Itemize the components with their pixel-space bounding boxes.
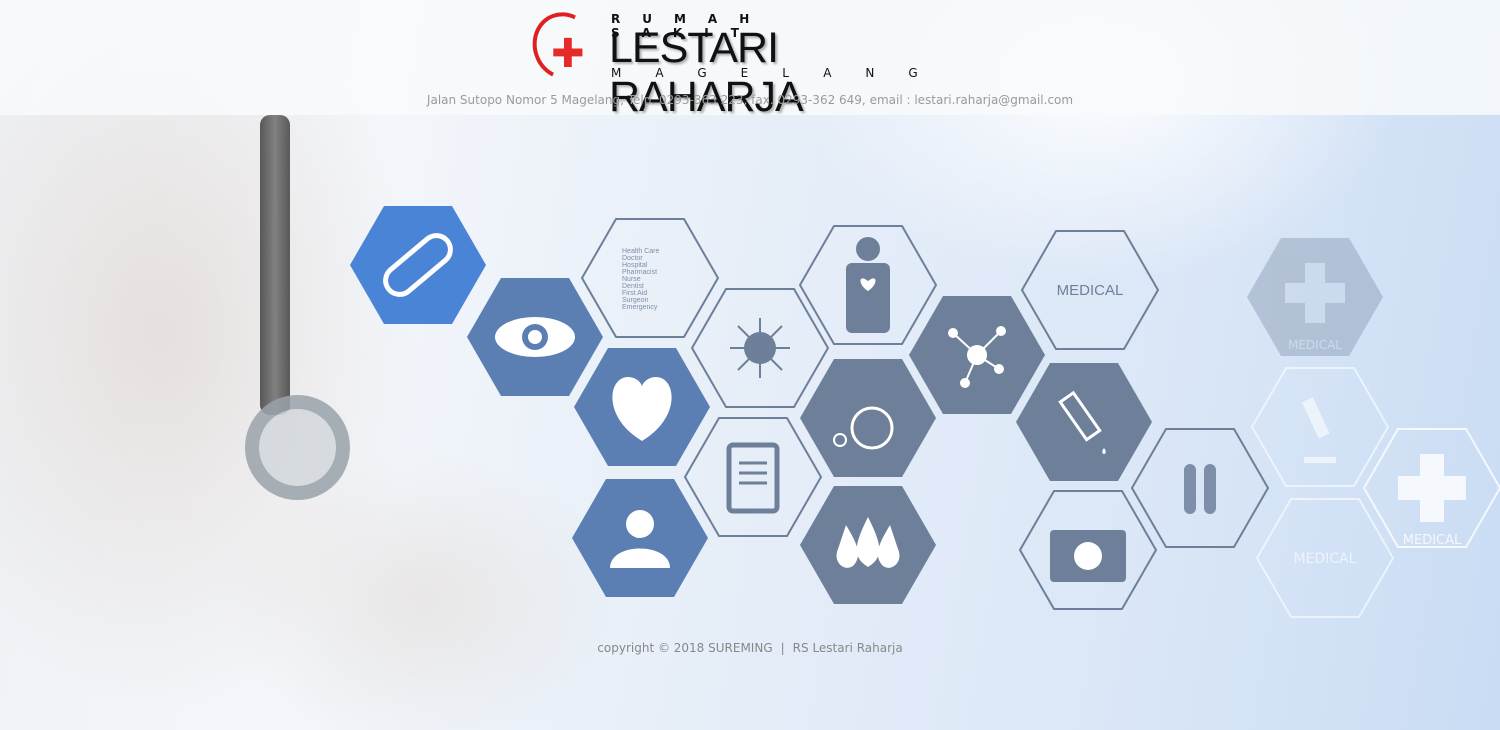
hex-user — [572, 479, 708, 597]
copyright-text: copyright © 2018 SUREMING — [597, 641, 773, 655]
footer: copyright © 2018 SUREMING | RS Lestari Rah… — [0, 641, 1500, 655]
hex-medkit — [1019, 490, 1157, 610]
svg-text:Health CareDoctorHospitalPharm: Health Care Doctor Hospital Pharmacist Nurse… — [622, 248, 659, 311]
footer-org: RS Lestari Raharja — [792, 641, 903, 655]
hex-cross-faded: MEDICAL — [1247, 238, 1383, 356]
hex-list: Health Care Doctor Hospital Pharmacist Nurse… — [581, 218, 719, 338]
hex-medical: MEDICAL — [1021, 230, 1159, 350]
hex-test-tubes — [1131, 428, 1269, 548]
medical-hexagon-graphic: Health Care Doctor Hospital Pharmacist Nurse… — [350, 206, 1500, 618]
hex-medical-faded: MEDICAL — [1256, 498, 1394, 618]
hex-heart — [574, 348, 710, 466]
svg-text:MEDICAL: MEDICAL — [1403, 533, 1462, 548]
hex-clipboard — [684, 417, 822, 537]
hex-wheelchair — [800, 359, 936, 477]
hex-microscope — [1251, 367, 1389, 487]
footer-separator: | — [780, 641, 785, 655]
svg-text:MEDICAL: MEDICAL — [1288, 338, 1342, 352]
hex-staff — [799, 225, 937, 345]
hex-cross: MEDICAL — [1363, 428, 1500, 548]
hex-pill — [350, 206, 486, 324]
svg-text:MEDICAL: MEDICAL — [1057, 282, 1124, 299]
hex-virus — [691, 288, 829, 408]
hex-drops — [800, 486, 936, 604]
svg-text:MEDICAL: MEDICAL — [1294, 551, 1357, 567]
hex-molecule — [909, 296, 1045, 414]
hex-eye — [467, 278, 603, 396]
hex-syringe — [1016, 363, 1152, 481]
